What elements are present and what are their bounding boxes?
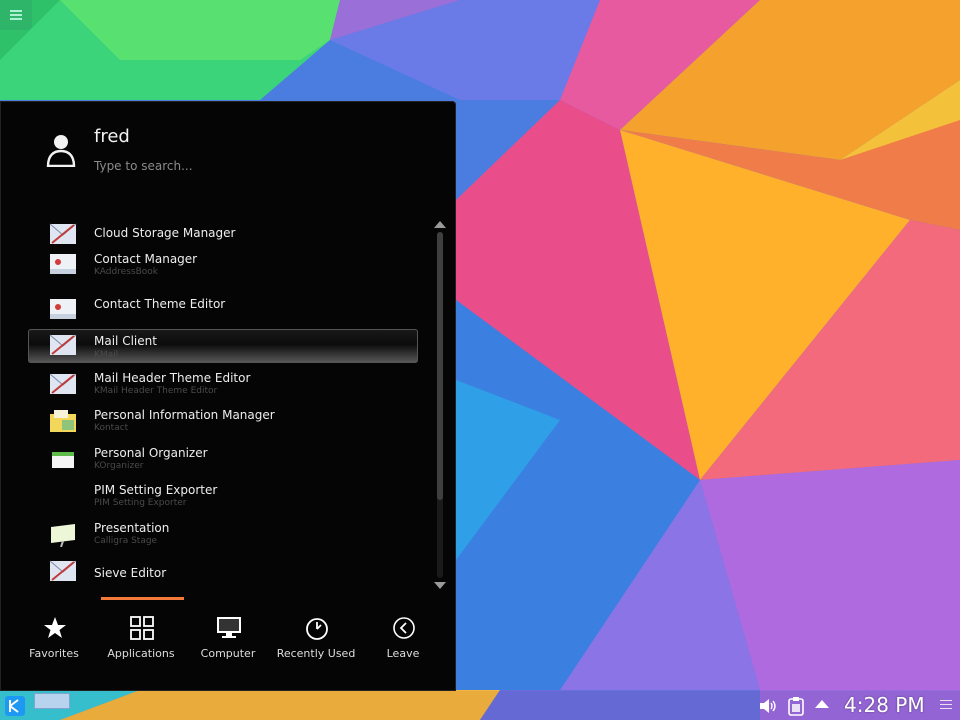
app-item-pim-setting-exporter[interactable]: PIM Setting Exporter PIM Setting Exporte… [28,480,418,514]
presentation-app-icon [51,524,75,547]
taskbar: 4:28 PM [0,691,960,720]
user-name: fred [94,126,130,147]
scroll-track[interactable] [437,232,443,578]
app-name: Personal Organizer [94,446,208,460]
mail-app-icon [49,223,77,244]
tab-label: Favorites [29,647,79,660]
app-name: Sieve Editor [94,566,167,580]
grid-icon [130,616,154,640]
tab-leave[interactable]: Leave [359,609,447,669]
search-input[interactable] [94,159,394,173]
tab-label: Applications [107,647,175,660]
tab-label: Leave [386,647,420,660]
hamburger-icon [10,10,22,20]
scroll-down-icon[interactable] [434,582,446,589]
contact-app-icon [50,254,76,274]
app-subtitle: Kontact [94,423,129,433]
app-item-contact-theme-editor[interactable]: Contact Theme Editor [28,293,418,327]
scroll-thumb[interactable] [437,232,443,500]
user-icon [46,135,76,167]
monitor-icon [217,617,241,638]
clock[interactable]: 4:28 PM [844,693,925,717]
app-name: PIM Setting Exporter [94,483,218,497]
clipboard-icon[interactable] [787,696,805,716]
app-item-presentation[interactable]: Presentation Calligra Stage [28,518,418,552]
app-item-mail-client[interactable]: Mail Client KMail [28,329,418,363]
list-scrollbar[interactable] [434,221,446,593]
tab-computer[interactable]: Computer [184,609,272,669]
app-name: Personal Information Manager [94,408,275,422]
app-item-personal-information-manager[interactable]: Personal Information Manager Kontact [28,405,418,439]
volume-icon[interactable] [758,697,778,715]
star-icon [44,617,66,638]
desktop-toolbox-button[interactable] [0,0,32,30]
app-name: Contact Manager [94,252,198,266]
launcher-tabs: Favorites Applications Computer Recently… [10,609,446,669]
mail-app-icon [49,560,77,581]
tab-recently-used[interactable]: Recently Used [272,609,360,669]
app-item-cloud-storage-manager[interactable]: Cloud Storage Manager [28,218,418,252]
kontact-app-icon [50,410,76,432]
active-tab-indicator [101,597,184,600]
app-subtitle: KMail [94,350,119,360]
app-name: Mail Header Theme Editor [94,371,251,385]
app-item-contact-manager[interactable]: Contact Manager KAddressBook [28,248,418,282]
kde-launcher-icon[interactable] [4,695,26,717]
scroll-up-icon[interactable] [434,221,446,228]
tab-label: Computer [200,647,256,660]
app-name: Presentation [94,521,170,535]
tab-favorites[interactable]: Favorites [10,609,98,669]
app-item-mail-header-theme-editor[interactable]: Mail Header Theme Editor KMail Header Th… [28,368,418,402]
app-subtitle: KOrganizer [94,461,144,471]
application-list: Cloud Storage Manager Contact Manager KA… [28,218,418,594]
app-name: Mail Client [94,334,157,348]
show-hidden-icons-icon[interactable] [815,700,829,708]
tab-label: Recently Used [276,647,356,660]
tab-applications[interactable]: Applications [97,609,185,669]
app-subtitle: KMail Header Theme Editor [94,386,218,396]
app-name: Cloud Storage Manager [94,226,236,240]
app-name: Contact Theme Editor [94,297,226,311]
clock-icon [306,618,328,640]
app-item-sieve-editor[interactable]: Sieve Editor [28,555,418,589]
back-circle-icon [393,617,415,639]
mail-app-icon [49,334,77,355]
app-subtitle: PIM Setting Exporter [94,498,187,508]
virtual-desktop-pager[interactable] [34,693,70,709]
app-item-personal-organizer[interactable]: Personal Organizer KOrganizer [28,443,418,477]
panel-options-icon[interactable] [940,700,952,710]
calendar-app-icon [52,452,74,468]
app-subtitle: KAddressBook [94,267,158,277]
contact-app-icon [50,299,76,319]
application-launcher: fred Cloud Storage Manager Contact Manag… [0,101,456,691]
mail-app-icon [49,373,77,394]
app-subtitle: Calligra Stage [94,536,158,546]
